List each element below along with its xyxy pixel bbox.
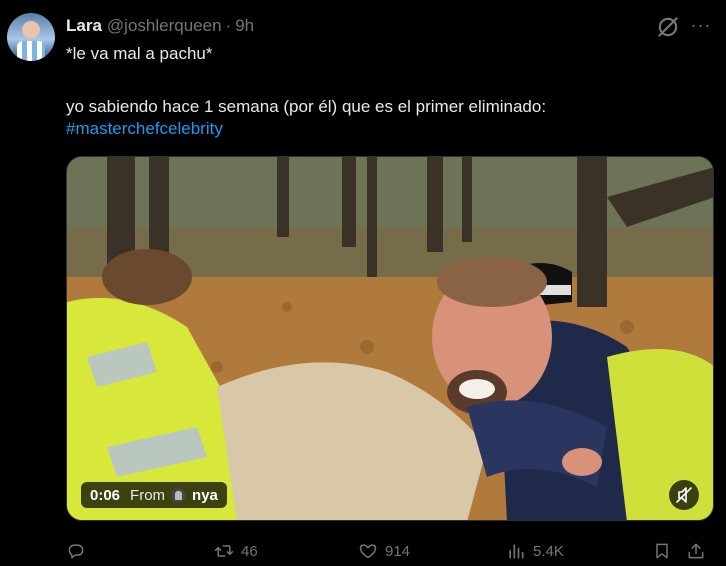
avatar[interactable] <box>7 13 55 61</box>
video-source-name[interactable]: nya <box>192 487 218 504</box>
like-count: 914 <box>385 542 411 560</box>
video-frame <box>67 157 713 520</box>
reply-button[interactable] <box>66 538 93 564</box>
mute-icon <box>676 487 692 503</box>
like-icon <box>359 544 377 559</box>
retweet-icon <box>214 545 234 557</box>
views-count: 5.4K <box>533 542 564 560</box>
tweet-time[interactable]: 9h <box>235 16 254 36</box>
source-avatar-icon <box>171 487 187 503</box>
share-icon <box>688 543 704 559</box>
views-button[interactable]: 5.4K <box>506 538 564 564</box>
video-info-badge: 0:06 From nya <box>81 482 227 508</box>
share-button[interactable] <box>686 538 706 564</box>
author-name[interactable]: Lara <box>66 16 102 36</box>
hashtag-link[interactable]: #masterchefcelebrity <box>66 118 223 140</box>
bookmark-icon <box>656 543 668 559</box>
tweet-text-line1: *le va mal a pachu* <box>66 44 213 63</box>
author-handle[interactable]: @joshlerqueen <box>107 16 222 36</box>
action-bar: 46 914 5.4K <box>66 538 714 564</box>
more-icon[interactable]: ··· <box>690 14 712 40</box>
retweet-button[interactable]: 46 <box>214 538 258 564</box>
tweet-header: Lara @joshlerqueen · 9h <box>66 15 254 37</box>
bookmark-button[interactable] <box>652 538 672 564</box>
mute-button[interactable] <box>669 480 699 510</box>
video-player[interactable]: 0:06 From nya <box>66 156 714 521</box>
video-from-label: From <box>130 486 166 504</box>
tweet-text-line2: yo sabiendo hace 1 semana (por él) que e… <box>66 97 547 116</box>
separator: · <box>225 16 232 35</box>
reply-icon <box>68 544 84 559</box>
retweet-count: 46 <box>241 542 258 560</box>
grok-icon[interactable] <box>655 14 681 40</box>
like-button[interactable]: 914 <box>358 538 410 564</box>
views-icon <box>509 544 524 559</box>
video-timestamp: 0:06 <box>90 486 121 504</box>
